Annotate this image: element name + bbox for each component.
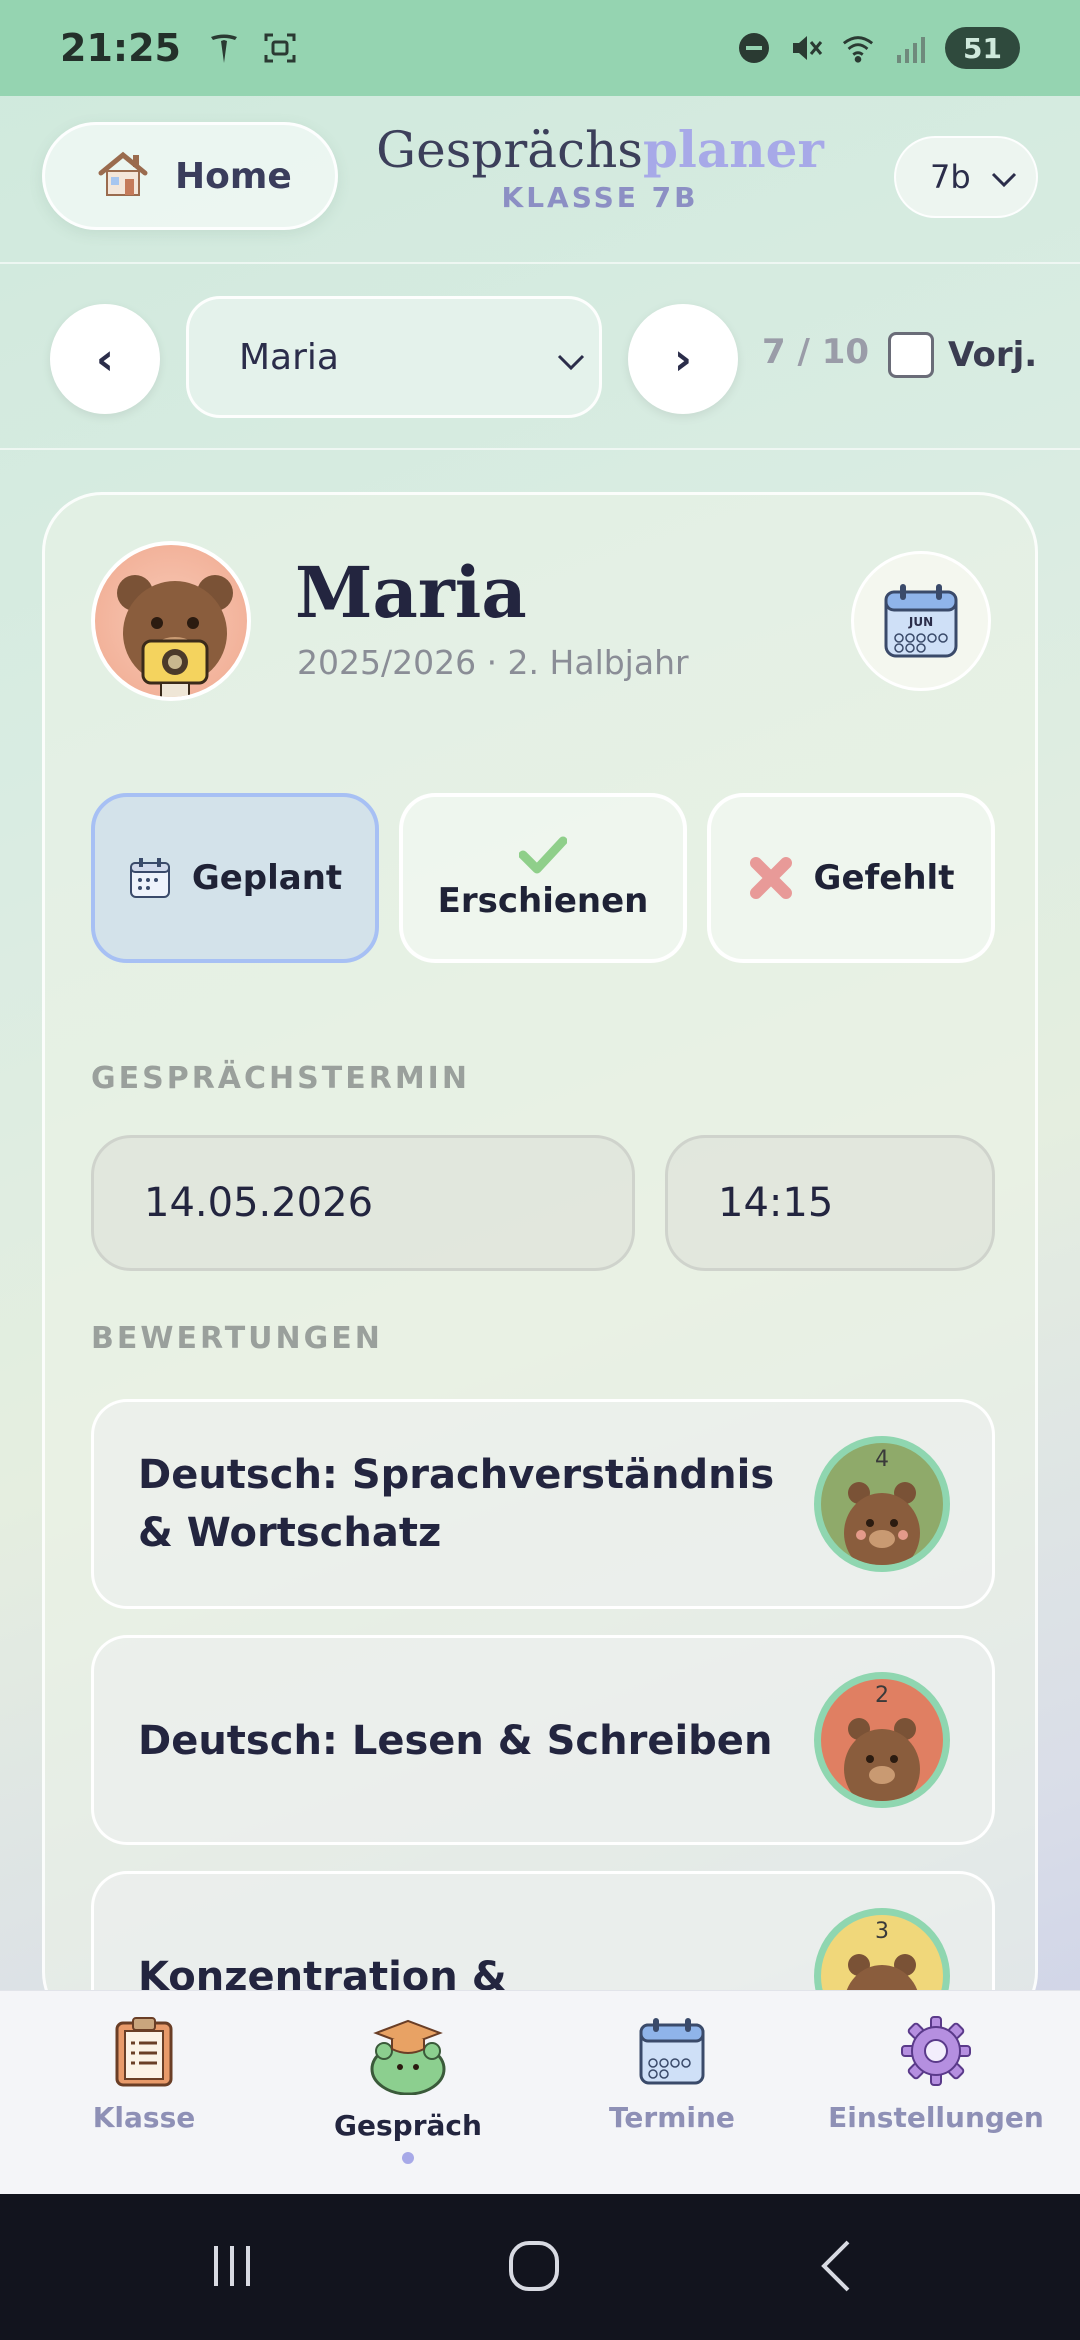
student-name: Maria [295, 551, 527, 634]
tesla-icon [207, 31, 241, 65]
nav-label: Gespräch [334, 2109, 482, 2142]
previous-year-toggle[interactable]: Vorj. [888, 332, 1037, 378]
student-select-value: Maria [239, 336, 339, 378]
appointment-time-field[interactable]: 14:15 [665, 1135, 995, 1271]
home-button[interactable]: Home [42, 122, 338, 230]
system-navigation-bar [0, 2194, 1080, 2340]
checkmark-icon [519, 836, 567, 874]
mute-icon [789, 31, 823, 65]
previous-year-checkbox[interactable] [888, 332, 934, 378]
active-indicator [402, 2152, 414, 2164]
next-student-button[interactable]: › [628, 304, 738, 414]
status-attended-label: Erschienen [437, 881, 649, 921]
status-missed-button[interactable]: Gefehlt [707, 793, 995, 963]
rating-score-button[interactable]: 4 [814, 1436, 950, 1572]
status-bar: 21:25 51 [0, 0, 1080, 96]
nav-tab-gespraech[interactable]: Gespräch [278, 2015, 538, 2164]
rating-row[interactable]: Deutsch: Sprachverständnis & Wortschatz … [91, 1399, 995, 1609]
chevron-down-icon [557, 339, 585, 380]
calendar-icon [639, 2018, 705, 2085]
rating-score: 2 [875, 1683, 889, 1708]
nav-label: Klasse [92, 2101, 196, 2134]
calendar-month: JUN [908, 615, 933, 629]
status-planned-label: Geplant [191, 858, 343, 898]
nav-tab-termine[interactable]: Termine [542, 2015, 802, 2134]
rating-row[interactable]: Deutsch: Lesen & Schreiben 2 [91, 1635, 995, 1845]
nav-tab-einstellungen[interactable]: Einstellungen [806, 2015, 1066, 2134]
status-attended-button[interactable]: Erschienen [399, 793, 687, 963]
dnd-icon [737, 31, 771, 65]
student-counter: 7 / 10 [762, 332, 870, 372]
student-card: Maria 2025/2026 · 2. Halbjahr JUN Geplan… [42, 492, 1038, 2071]
rating-label: Deutsch: Lesen & Schreiben [138, 1718, 773, 1764]
student-navigation: ‹ Maria › 7 / 10 Vorj. [0, 264, 1080, 450]
bottom-navigation: Klasse Gespräch Termine Einstellungen [0, 1990, 1080, 2194]
title-part-2: planer [642, 120, 824, 179]
status-missed-label: Gefehlt [813, 858, 955, 898]
signal-icon [893, 31, 927, 65]
bear-camera-avatar [91, 541, 251, 701]
appointment-date-field[interactable]: 14.05.2026 [91, 1135, 635, 1271]
rating-label: Deutsch: Sprachverständnis & Wortschatz [138, 1452, 775, 1556]
battery-indicator: 51 [945, 27, 1020, 69]
rating-score: 4 [875, 1447, 889, 1472]
app-header: Home Gesprächsplaner KLASSE 7B 7b [0, 96, 1080, 264]
wifi-icon [841, 31, 875, 65]
nav-tab-klasse[interactable]: Klasse [14, 2015, 274, 2134]
gear-icon [901, 2016, 971, 2086]
class-subtitle: KLASSE 7B [501, 181, 699, 214]
screenshot-icon [263, 31, 297, 65]
app-title: Gesprächsplaner KLASSE 7B [360, 120, 840, 214]
class-select[interactable]: 7b [894, 136, 1038, 218]
previous-year-label: Vorj. [948, 335, 1038, 375]
back-icon[interactable] [810, 2238, 866, 2294]
student-term: 2025/2026 · 2. Halbjahr [297, 643, 689, 682]
recent-apps-icon[interactable] [204, 2238, 260, 2294]
nav-label: Termine [609, 2101, 735, 2134]
rating-score-button[interactable]: 2 [814, 1672, 950, 1808]
status-time: 21:25 [60, 26, 181, 70]
previous-student-button[interactable]: ‹ [50, 304, 160, 414]
class-select-value: 7b [930, 158, 971, 196]
calendar-icon [129, 858, 170, 898]
appointment-section-label: GESPRÄCHSTERMIN [91, 1061, 470, 1096]
home-system-icon[interactable] [506, 2238, 562, 2294]
cross-icon [749, 857, 792, 899]
calendar-icon: JUN [884, 584, 958, 658]
house-icon [95, 149, 151, 203]
title-part-1: Gesprächs [376, 121, 643, 179]
bear-graduate-icon [370, 2019, 446, 2096]
calendar-button[interactable]: JUN [851, 551, 991, 691]
clipboard-icon [115, 2017, 173, 2087]
chevron-down-icon [991, 158, 1017, 196]
status-planned-button[interactable]: Geplant [91, 793, 379, 963]
home-label: Home [175, 155, 292, 197]
nav-label: Einstellungen [828, 2101, 1044, 2134]
ratings-section-label: BEWERTUNGEN [91, 1321, 383, 1356]
rating-score: 3 [875, 1919, 889, 1944]
student-select[interactable]: Maria [186, 296, 602, 418]
